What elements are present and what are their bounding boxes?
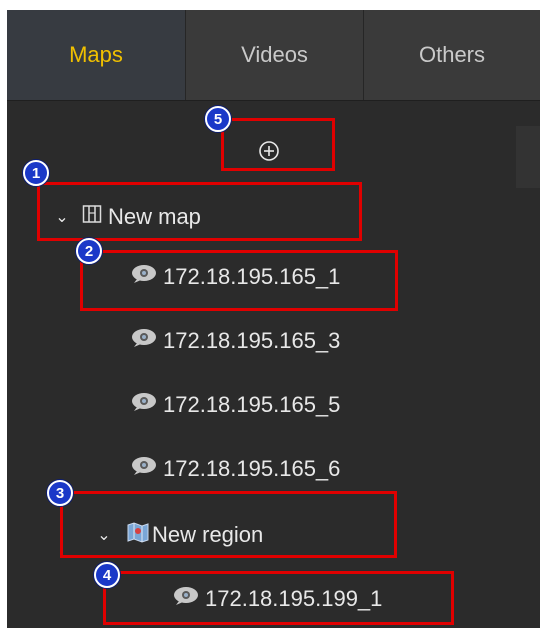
toolbar-row-edge [516,126,540,188]
region-map-icon [126,521,150,549]
add-map-button[interactable] [250,132,288,170]
camera-icon [131,456,157,482]
device-label: 172.18.195.165_1 [163,264,341,289]
chevron-down-icon[interactable]: ⌄ [52,207,72,227]
chevron-down-icon[interactable]: ⌄ [94,525,114,545]
tree-node-new-region[interactable]: ⌄ New region [94,518,263,552]
tree-device-item[interactable]: 172.18.195.165_1 [131,260,340,294]
tree-device-item[interactable]: 172.18.195.165_5 [131,388,340,422]
tree-node-label: New region [152,522,264,547]
camera-icon [131,328,157,354]
device-label: 172.18.195.165_6 [163,456,341,481]
camera-icon [131,392,157,418]
tab-maps[interactable]: Maps [7,10,185,100]
callout-badge-3: 3 [47,480,73,506]
tree-device-item[interactable]: 172.18.195.165_6 [131,452,340,486]
tree-node-label: New map [108,204,201,229]
callout-badge-1: 1 [23,160,49,186]
tree-node-new-map[interactable]: ⌄ New map [52,200,201,234]
callout-badge-2: 2 [76,238,102,264]
tab-others[interactable]: Others [363,10,540,100]
tree-device-item[interactable]: 172.18.195.199_1 [173,582,382,616]
tree-device-item[interactable]: 172.18.195.165_3 [131,324,340,358]
camera-icon [173,586,199,612]
device-tree-panel: Maps Videos Others [7,10,540,628]
tab-bar: Maps Videos Others [7,10,540,100]
map-icon [82,204,102,230]
device-label: 172.18.195.199_1 [205,586,383,611]
plus-circle-icon [259,141,279,161]
callout-badge-5: 5 [205,106,231,132]
camera-icon [131,264,157,290]
device-label: 172.18.195.165_3 [163,328,341,353]
tab-videos[interactable]: Videos [185,10,363,100]
callout-badge-4: 4 [94,562,120,588]
device-label: 172.18.195.165_5 [163,392,341,417]
tab-divider [7,100,540,101]
